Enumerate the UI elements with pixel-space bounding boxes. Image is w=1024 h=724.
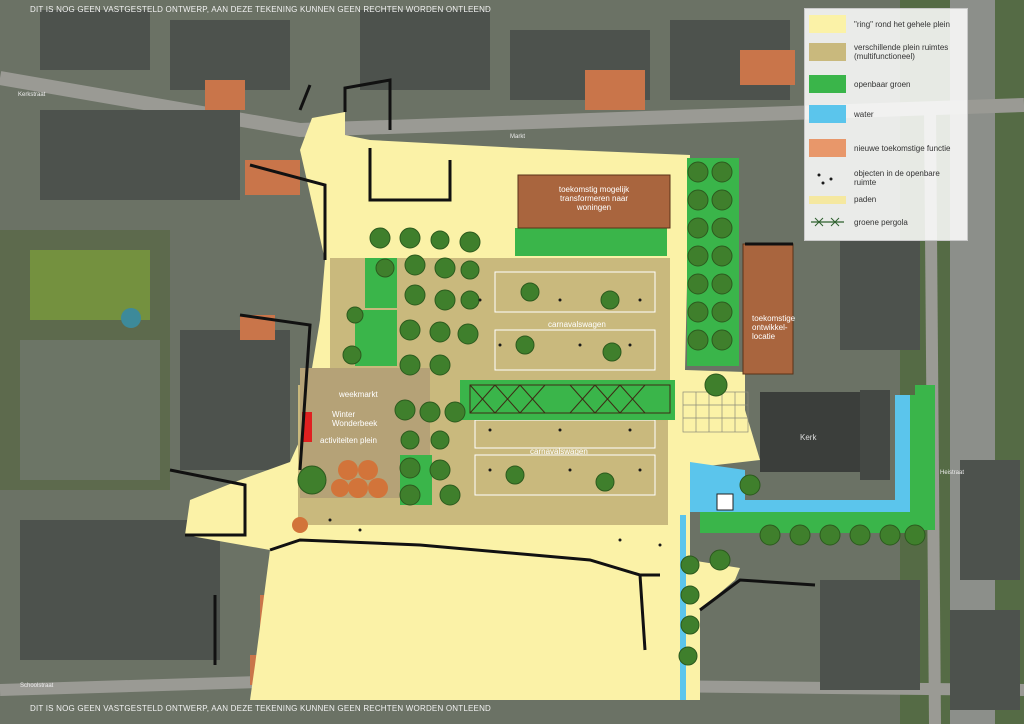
legend-future: nieuwe toekomstige functie (809, 139, 962, 157)
pergola-icon (811, 217, 844, 227)
disclaimer-top: DIT IS NOG GEEN VASTGESTELD ONTWERP, AAN… (30, 5, 492, 14)
legend-objects: objecten in de openbare ruimte (809, 169, 962, 187)
legend-swatch-paths (809, 195, 846, 204)
label-weekmarkt: weekmarkt (339, 390, 378, 399)
legend-label-ring: "ring" rond het gehele plein (854, 19, 950, 29)
street-label-east: Heistraat (940, 470, 965, 476)
label-activity-plaza: activiteiten plein (320, 436, 377, 445)
legend-plaza: verschillende plein ruimtes (multifuncti… (809, 43, 962, 61)
legend-green: openbaar groen (809, 75, 962, 93)
label-future-housing: toekomstig mogelijk transformeren naar w… (558, 185, 630, 212)
legend-label-pergola: groene pergola (854, 217, 908, 227)
legend-label-water: water (854, 109, 874, 119)
label-carnival-2: carnavalswagen (530, 447, 588, 456)
legend-label-future: nieuwe toekomstige functie (854, 143, 951, 153)
street-label-markt: Markt (510, 134, 525, 140)
label-future-location: toekomstige ontwikkel- locatie (752, 314, 796, 341)
future-development-block (742, 243, 794, 375)
church-building (760, 392, 870, 472)
legend-label-objects: objecten in de openbare ruimte (854, 169, 940, 187)
legend-swatch-ring (809, 15, 846, 33)
legend-swatch-green (809, 75, 846, 93)
plan-map: DIT IS NOG GEEN VASTGESTELD ONTWERP, AAN… (0, 0, 1024, 724)
legend-swatch-pergola (809, 213, 846, 231)
street-label-west: Kerkstraat (18, 92, 46, 98)
label-winter: Winter Wonderbeek (332, 410, 378, 428)
legend-label-green: openbaar groen (854, 79, 911, 89)
label-carnival-1: carnavalswagen (548, 320, 606, 329)
map-legend: "ring" rond het gehele plein verschillen… (804, 8, 968, 241)
objects-dots-icon (817, 173, 833, 185)
legend-ring: "ring" rond het gehele plein (809, 15, 962, 33)
legend-pergola: groene pergola (809, 213, 962, 231)
street-label-south: Schoolstraat (20, 683, 54, 689)
legend-swatch-future (809, 139, 846, 157)
church-tower (860, 390, 890, 480)
legend-label-plaza: verschillende plein ruimtes (multifuncti… (854, 43, 949, 61)
legend-label-paths: paden (854, 195, 877, 204)
pool-icon (121, 308, 141, 328)
water-object (716, 493, 734, 511)
disclaimer-bottom: DIT IS NOG GEEN VASTGESTELD ONTWERP, AAN… (30, 704, 492, 713)
label-church: Kerk (800, 433, 817, 442)
legend-swatch-objects (809, 169, 846, 187)
legend-paths: paden (809, 195, 962, 204)
legend-swatch-plaza (809, 43, 846, 61)
cemetery-plots (20, 340, 160, 480)
legend-swatch-water (809, 105, 846, 123)
legend-water: water (809, 105, 962, 123)
water-stream (680, 515, 686, 700)
